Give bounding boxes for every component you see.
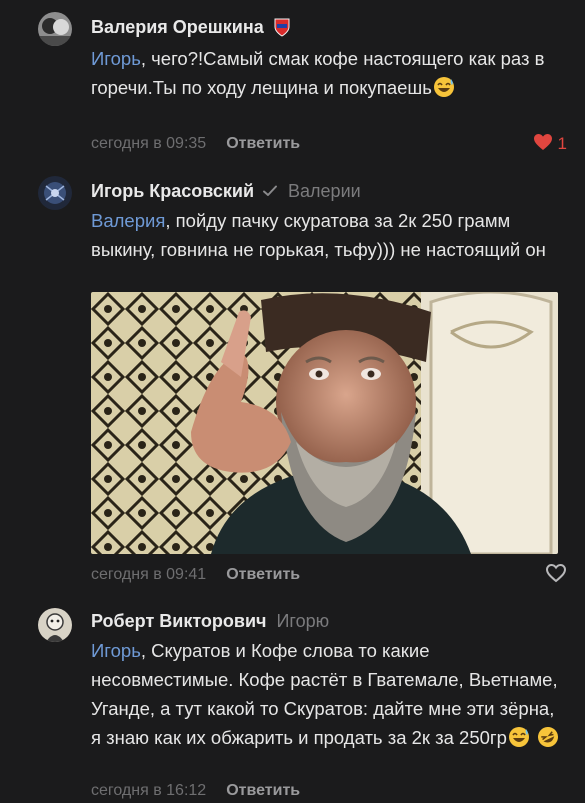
mention-link[interactable]: Валерия [91,210,165,231]
cska-badge-icon [272,17,292,37]
comment-text: Игорь, Скуратов и Кофе слова то какие не… [91,636,566,756]
avatar-robert[interactable] [38,608,72,642]
rofl-emoji [536,726,560,756]
like-button[interactable] [545,563,567,587]
heart-outline-icon [545,563,567,588]
comment-author[interactable]: Игорь Красовский [91,181,254,202]
reply-button[interactable]: Ответить [226,782,300,800]
comment-body: , чего?!Самый смак кофе настоящего как р… [91,48,545,98]
like-count: 1 [557,134,567,153]
heart-filled-icon [533,133,553,156]
comment-timestamp: сегодня в 09:35 [91,135,207,152]
comment-author[interactable]: Роберт Викторович [91,611,266,632]
like-button[interactable]: 1 [533,132,567,156]
comment-timestamp: сегодня в 16:12 [91,782,207,799]
reply-button[interactable]: Ответить [226,566,300,584]
comment-timestamp: сегодня в 09:41 [91,566,207,583]
comment-text: Игорь, чего?!Самый смак кофе настоящего … [91,44,566,106]
avatar-igor[interactable] [38,176,72,210]
mention-link[interactable]: Игорь [91,48,141,69]
mention-link[interactable]: Игорь [91,640,141,661]
avatar-valeria[interactable] [38,12,72,46]
check-icon [262,183,278,199]
grinning-sweat-emoji [432,76,456,106]
comment-body: , Скуратов и Кофе слова то какие несовме… [91,640,558,748]
attached-photo[interactable] [91,292,558,554]
reply-to-label[interactable]: Игорю [276,611,329,632]
reply-to-label[interactable]: Валерии [288,181,361,202]
comment-text: Валерия, пойду пачку скуратова за 2к 250… [91,206,566,264]
reply-button[interactable]: Ответить [226,135,300,153]
comment-author[interactable]: Валерия Орешкина [91,17,264,38]
grinning-sweat-emoji [507,726,531,756]
